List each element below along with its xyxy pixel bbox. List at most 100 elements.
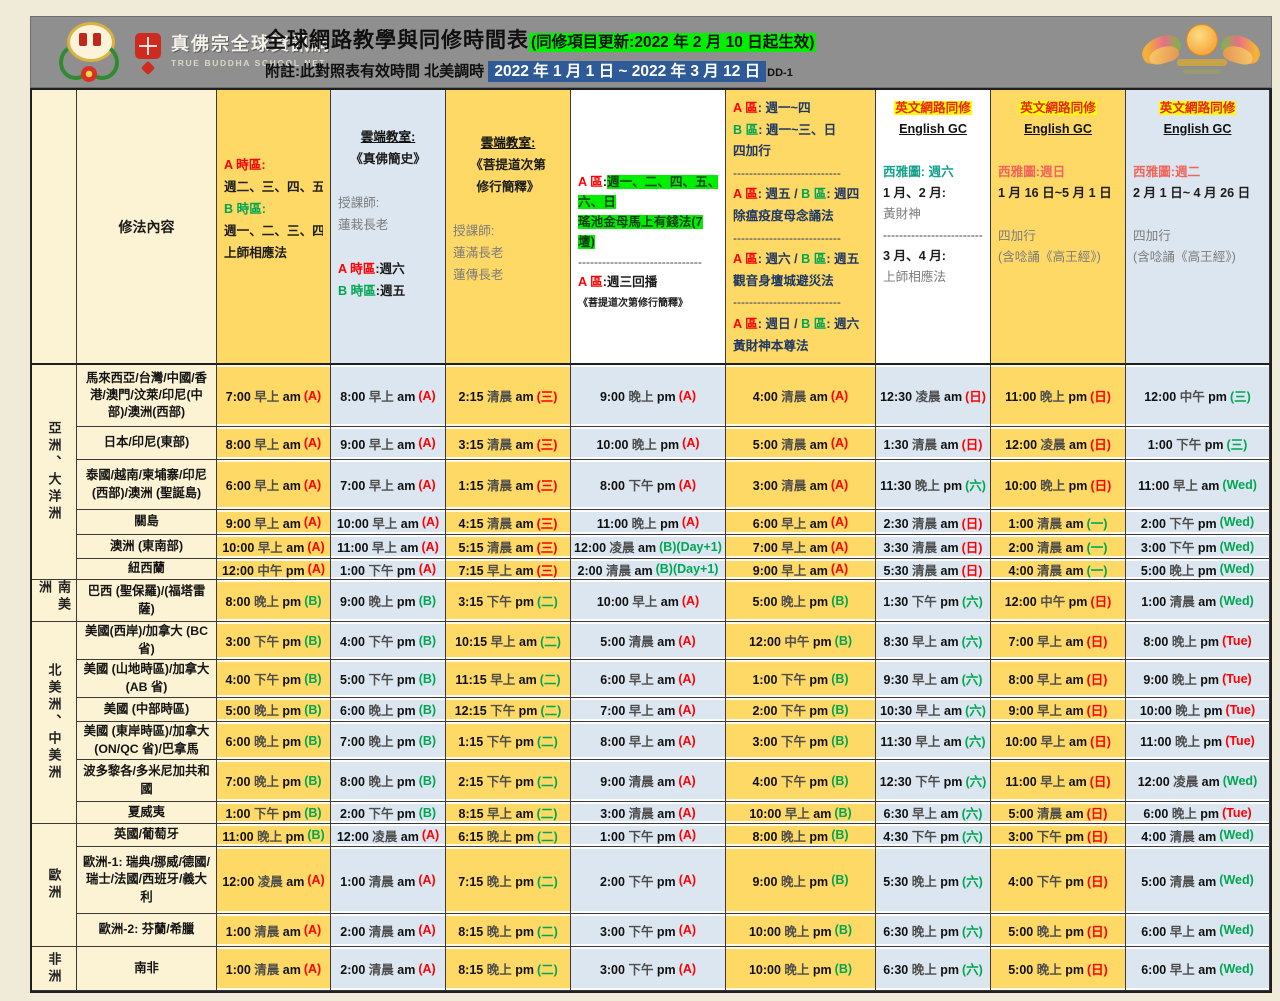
weekday-tag: (A) (308, 562, 325, 576)
weekday-tag: (A) (831, 515, 848, 529)
region-cell: 南美洲 (32, 580, 77, 622)
column-header-line: 除瘟疫度母念誦法 (733, 206, 868, 228)
time-cell: 12:00 中午 pm(B) (726, 622, 876, 660)
column-header-line: A 時區: (224, 154, 323, 176)
weekday-tag: (Wed) (1220, 562, 1255, 576)
column-header-line: 西雅圖: 週六 (883, 162, 983, 183)
column-header-line: A 區:週三回播 (578, 272, 718, 292)
time-cell: 1:30 下午 pm(六) (876, 580, 991, 622)
time-cell: 6:30 晚上 pm(六) (876, 914, 991, 947)
column-header-line: A 時區:週六 (338, 258, 438, 280)
weekday-tag: (A) (418, 478, 435, 492)
seal-icon (135, 33, 161, 59)
time-cell: 4:00 清晨 am(Wed) (1126, 824, 1270, 847)
row-label-cell: 馬來西亞/台灣/中國/香港/澳門/汶萊/印尼(中部)/澳洲(西部) (77, 365, 217, 427)
time-cell: 5:00 清晨 am(日) (991, 802, 1126, 824)
weekday-tag: (日) (1090, 771, 1111, 790)
time-cell: 12:15 下午 pm(二) (446, 698, 571, 722)
weekday-tag: (日) (1090, 475, 1111, 494)
logo-subtext-bar (1183, 69, 1221, 74)
weekday-tag: (B) (304, 774, 321, 788)
region-label: 南美洲 (35, 580, 73, 621)
weekday-tag: (日) (1087, 826, 1108, 845)
weekday-tag: (日) (1087, 669, 1108, 688)
time-cell: 8:00 下午 pm(A) (571, 460, 726, 510)
weekday-tag: (A) (831, 436, 848, 450)
weekday-tag: (六) (962, 826, 983, 845)
time-cell: 7:00 早上 am(A) (726, 535, 876, 559)
header-banner: 真佛宗全球資訊網 TRUE BUDDHA SCHOOL NET 全球網路教學與同… (30, 16, 1272, 88)
column-header-line: --------------------------- (733, 292, 868, 314)
time-cell: 9:00 晚上 pm(B) (331, 580, 446, 622)
column-header-line (338, 236, 438, 258)
time-cell: 8:00 早上 am(A) (217, 427, 331, 460)
time-cell: 6:30 晚上 pm(六) (876, 947, 991, 991)
time-cell: 10:00 晚上 pm(日) (991, 460, 1126, 510)
weekday-tag: (A) (678, 634, 695, 648)
logo-text-bar (1177, 59, 1227, 66)
time-cell: 10:00 晚上 pm(Tue) (1126, 698, 1270, 722)
time-cell: 2:00 清晨 am(B)(Day+1) (571, 559, 726, 580)
weekday-tag: (日) (962, 560, 983, 579)
weekday-tag: (B)(Day+1) (656, 562, 719, 576)
time-cell: 8:15 晚上 pm(二) (446, 947, 571, 991)
weekday-tag: (六) (962, 631, 983, 650)
time-cell: 5:00 晚上 pm(日) (991, 914, 1126, 947)
time-cell: 7:00 晚上 pm(B) (217, 760, 331, 802)
column-header-line: 黃財神 (883, 204, 983, 225)
time-cell: 1:00 清晨 am(A) (217, 947, 331, 991)
column-header-line (1133, 140, 1262, 162)
weekday-tag: (B) (419, 703, 436, 717)
weekday-tag: (三) (537, 513, 558, 532)
time-cell: 11:30 早上 am(六) (876, 722, 991, 760)
time-cell: 11:00 早上 am(A) (331, 535, 446, 559)
column-header-line: 上師相應法 (883, 267, 983, 288)
time-cell: 10:00 晚上 pm(B) (726, 914, 876, 947)
time-cell: 8:00 晚上 pm(B) (726, 824, 876, 847)
time-cell: 11:15 早上 am(二) (446, 660, 571, 698)
time-cell: 12:00 中午 pm(A) (217, 559, 331, 580)
time-cell: 2:30 清晨 am(日) (876, 510, 991, 535)
weekday-tag: (A) (678, 774, 695, 788)
date-range-box: 2022 年 1 月 1 日 ~ 2022 年 3 月 12 日 (488, 61, 766, 82)
weekday-tag: (二) (537, 959, 558, 978)
time-cell: 11:00 晚上 pm(Tue) (1126, 722, 1270, 760)
weekday-tag: (Tue) (1226, 703, 1256, 717)
weekday-tag: (B) (419, 734, 436, 748)
weekday-tag: (B) (831, 774, 848, 788)
weekday-tag: (B) (835, 634, 852, 648)
column-header-line: 壇) (578, 232, 718, 252)
time-cell: 3:00 下午 pm(Wed) (1126, 535, 1270, 559)
time-cell: 8:00 晚上 pm(B) (331, 760, 446, 802)
column-header-line: A 區: 週五 / B 區: 週四 (733, 184, 868, 206)
weekday-tag: (日) (1090, 591, 1111, 610)
weekday-tag: (A) (679, 828, 696, 842)
weekday-tag: (A) (418, 436, 435, 450)
row-label-cell: 澳洲 (東南部) (77, 535, 217, 559)
title-text: 全球網路教學與同修時間表 (265, 29, 529, 52)
time-cell: 6:00 早上 am(A) (726, 510, 876, 535)
weekday-tag: (六) (962, 959, 983, 978)
weekday-tag: (B) (419, 806, 436, 820)
row-label-cell: 關島 (77, 510, 217, 535)
column-header-line: English GC (883, 119, 983, 140)
weekday-tag: (B) (419, 774, 436, 788)
time-cell: 5:00 清晨 am(A) (571, 622, 726, 660)
weekday-tag: (B) (304, 703, 321, 717)
column-header-line: B 區: 週一~三、日 (733, 120, 868, 142)
column-header: 英文網路同修English GC西雅圖:週日1 月 16 日~5 月 1 日四加… (991, 90, 1126, 365)
weekday-tag: (A) (679, 478, 696, 492)
weekday-tag: (Wed) (1222, 478, 1257, 492)
weekday-tag: (Wed) (1220, 515, 1255, 529)
weekday-tag: (一) (1087, 560, 1108, 579)
weekday-tag: (B) (307, 828, 324, 842)
weekday-tag: (日) (962, 434, 983, 453)
weekday-tag: (A) (678, 703, 695, 717)
weekday-tag: (A) (418, 962, 435, 976)
weekday-tag: (A) (679, 389, 696, 403)
column-header: 英文網路同修English GC西雅圖:週二2 月 1 日~ 4 月 26 日四… (1126, 90, 1270, 365)
weekday-tag: (B) (304, 594, 321, 608)
time-cell: 2:00 下午 pm(B) (726, 698, 876, 722)
column-header-line: 四加行 (998, 226, 1118, 247)
column-header-line: 修行簡釋》 (453, 176, 563, 198)
